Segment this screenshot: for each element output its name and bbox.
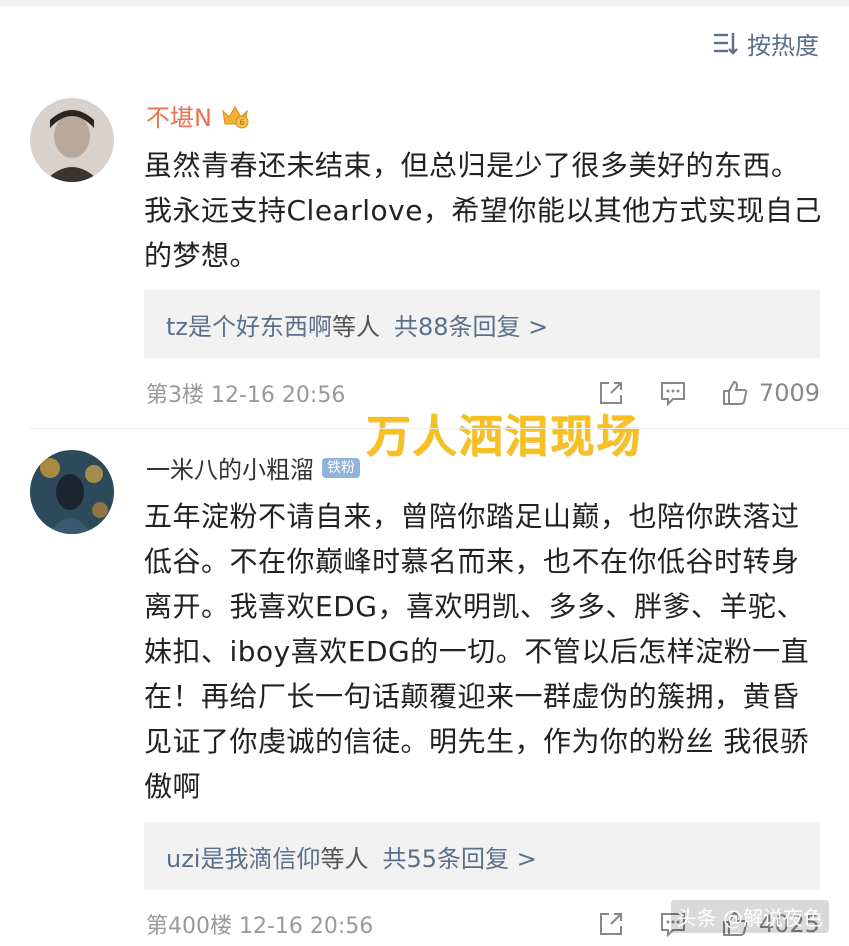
reply-summary[interactable]: tz是个好东西啊 等人 共88条回复 >	[144, 290, 820, 358]
username[interactable]: 一米八的小粗溜	[146, 450, 314, 485]
avatar[interactable]	[30, 450, 114, 534]
comment-icon[interactable]	[659, 379, 687, 407]
svg-text:6: 6	[239, 118, 244, 127]
reply-count-link[interactable]: 共88条回复 >	[394, 307, 548, 342]
username[interactable]: 不堪N	[146, 98, 212, 133]
watermark: 头条 @解说夜色	[670, 900, 829, 933]
comment-header: 一米八的小粗溜 铁粉	[146, 450, 360, 485]
reply-summary[interactable]: uzi是我滴信仰 等人 共55条回复 >	[144, 822, 820, 890]
top-divider-band	[0, 0, 849, 6]
reply-users[interactable]: tz是个好东西啊	[166, 307, 332, 342]
share-icon[interactable]	[597, 910, 625, 938]
sort-icon	[714, 33, 738, 55]
reply-count-link[interactable]: 共55条回复 >	[382, 839, 536, 874]
sort-label: 按热度	[747, 31, 819, 60]
overlay-caption: 万人洒泪现场	[366, 411, 642, 462]
fan-badge: 铁粉	[322, 457, 360, 478]
reply-users[interactable]: uzi是我滴信仰	[166, 839, 320, 874]
thumbs-up-icon	[722, 380, 748, 405]
floor-time: 第400楼 12-16 20:56	[146, 914, 374, 939]
comment-divider	[30, 428, 849, 429]
crown-badge-icon: 6	[222, 105, 249, 128]
comment-text: 虽然青春还未结束，但总归是少了很多美好的东西。我永远支持Clearlove，希望…	[144, 149, 822, 272]
sort-by-hot-button[interactable]: 按热度	[711, 26, 819, 60]
comment-header: 不堪N 6	[146, 98, 250, 133]
reply-suffix: 等人	[320, 844, 369, 873]
like-count: 7009	[758, 379, 820, 407]
reply-suffix: 等人	[332, 312, 381, 341]
avatar[interactable]	[30, 98, 114, 182]
like-button[interactable]: 7009	[721, 379, 820, 407]
comment-text: 五年淀粉不请自来，曾陪你踏足山巅，也陪你跌落过低谷。不在你巅峰时慕名而来，也不在…	[144, 500, 810, 803]
